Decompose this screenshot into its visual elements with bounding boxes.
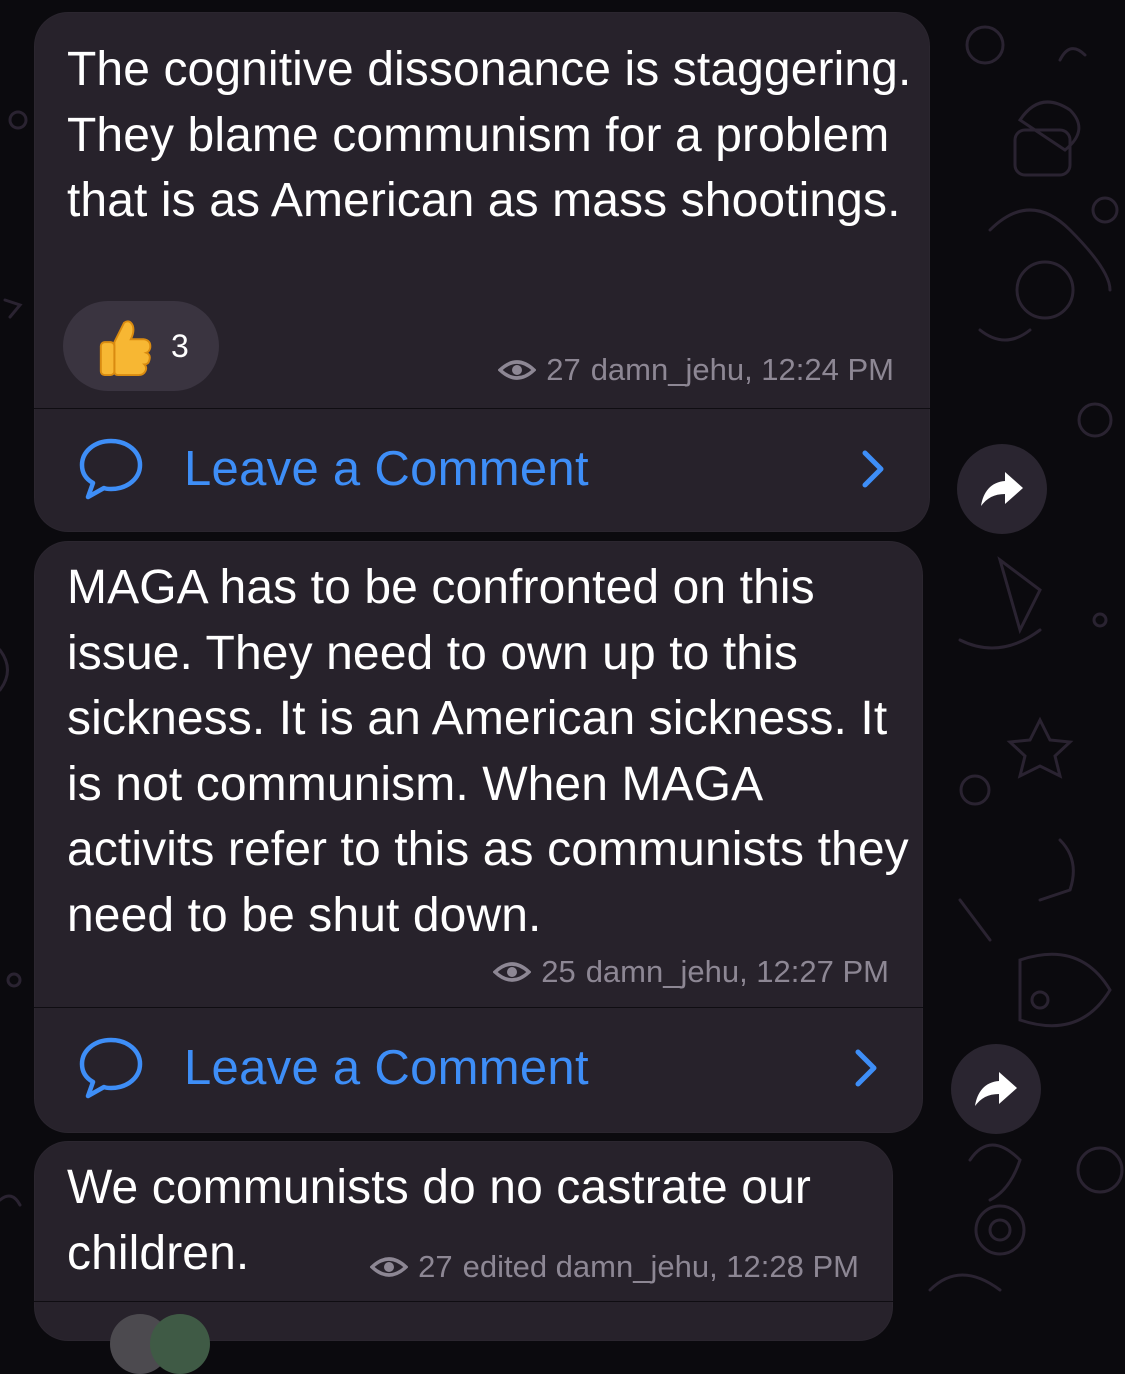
leave-comment-button[interactable]: Leave a Comment [34,1008,923,1128]
share-arrow-icon [981,472,1023,506]
message-bubble[interactable]: The cognitive dissonance is staggering. … [34,12,930,532]
eye-icon [370,1257,409,1277]
message-text: MAGA has to be confronted on this issue.… [67,561,923,942]
view-count: 27 [418,1249,453,1284]
message-meta: 27 edited damn_jehu, 12:28 PM [370,1249,859,1285]
eye-icon [498,360,537,380]
divider [34,1301,893,1302]
share-button[interactable] [951,1044,1041,1134]
speech-bubble-icon [79,1037,143,1099]
view-count: 27 [546,352,581,387]
leave-comment-button[interactable]: Leave a Comment [34,409,930,529]
thumbs-up-icon [99,320,152,377]
author-time: damn_jehu, 12:27 PM [585,954,889,989]
chevron-right-icon [855,1049,877,1087]
avatar [150,1314,210,1374]
message-bubble[interactable]: We communists do no castrate our childre… [34,1141,893,1341]
leave-comment-label: Leave a Comment [184,1041,589,1095]
author-time: damn_jehu, 12:24 PM [590,352,894,387]
reaction-pill[interactable]: 3 [63,301,219,391]
share-arrow-icon [975,1072,1017,1106]
reaction-count: 3 [171,327,189,364]
message-text: The cognitive dissonance is staggering. … [67,43,924,227]
chevron-right-icon [862,450,884,488]
message-bubble[interactable]: MAGA has to be confronted on this issue.… [34,541,923,1133]
share-button[interactable] [957,444,1047,534]
message-meta: 25 damn_jehu, 12:27 PM [493,954,889,990]
leave-comment-label: Leave a Comment [184,442,589,496]
author-time: edited damn_jehu, 12:28 PM [462,1249,859,1284]
view-count: 25 [541,954,576,989]
speech-bubble-icon [79,438,143,500]
eye-icon [493,962,532,982]
message-meta: 27 damn_jehu, 12:24 PM [498,352,894,388]
